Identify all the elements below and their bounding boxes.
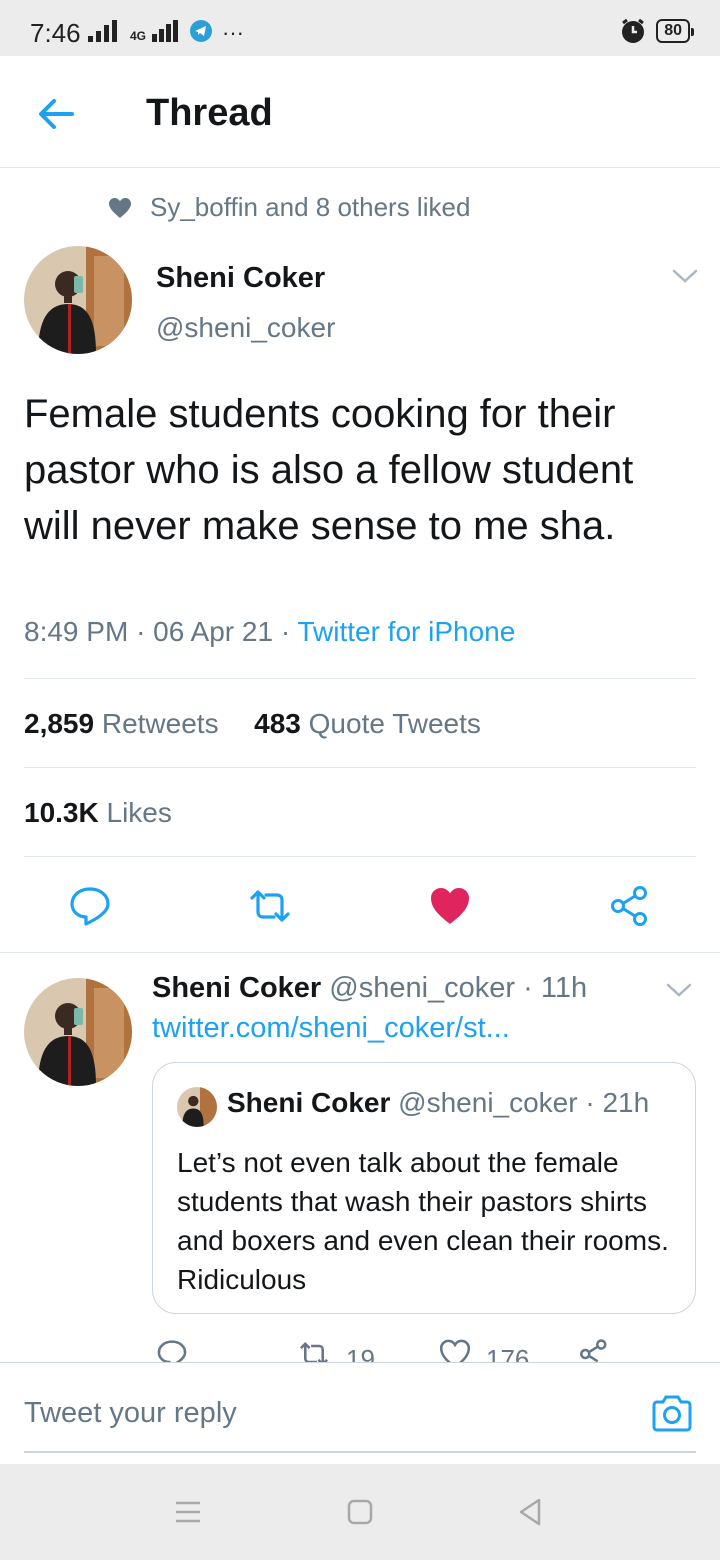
alarm-icon [622, 18, 645, 43]
like-icon[interactable] [428, 884, 472, 928]
quotes-label: Quote Tweets [308, 708, 481, 739]
likes-stat[interactable]: 10.3K Likes [24, 797, 172, 829]
divider [0, 952, 720, 953]
heart-small-icon [109, 197, 131, 218]
heart-outline-icon [439, 1339, 471, 1364]
back-arrow-icon[interactable] [34, 92, 78, 136]
reply-like-button[interactable]: 176 [438, 1338, 529, 1364]
battery-indicator: 80 [656, 19, 694, 43]
reply-reply-button[interactable] [156, 1338, 188, 1364]
back-icon[interactable] [514, 1496, 546, 1528]
chevron-down-icon[interactable] [670, 266, 700, 286]
tweet-source-link[interactable]: Twitter for iPhone [297, 616, 515, 647]
social-context[interactable]: Sy_boffin and 8 others liked [108, 192, 470, 223]
reply-header[interactable]: Sheni Coker @sheni_coker · 11h [152, 972, 587, 1005]
more-notifications: ··· [222, 20, 244, 45]
quoted-author-name: Sheni Coker [227, 1087, 391, 1118]
quoted-tweet-card[interactable]: Sheni Coker @sheni_coker · 21h Let’s not… [152, 1062, 696, 1314]
status-bar: 7:46 4G ··· 80 [0, 0, 720, 56]
composer-underline [24, 1451, 696, 1453]
status-icons: 4G ··· [88, 20, 244, 45]
author-handle[interactable]: @sheni_coker [156, 312, 335, 344]
avatar[interactable] [24, 978, 132, 1086]
reply-age: 11h [540, 972, 588, 1004]
thread-header: Thread [0, 56, 720, 168]
divider [24, 856, 696, 857]
reply-link[interactable]: twitter.com/sheni_coker/st... [152, 1012, 510, 1045]
status-right: 80 [620, 18, 694, 44]
quotes-count: 483 [254, 708, 301, 739]
tweet-time: 8:49 PM [24, 616, 129, 647]
retweets-label: Retweets [101, 708, 219, 739]
author-name[interactable]: Sheni Coker [156, 262, 325, 295]
camera-icon[interactable] [650, 1391, 694, 1435]
avatar[interactable] [24, 246, 132, 354]
reply-composer: Tweet your reply [0, 1362, 720, 1464]
likes-label: Likes [106, 797, 172, 828]
menu-icon[interactable] [172, 1496, 204, 1528]
reply-retweet-button[interactable]: 19 [296, 1338, 375, 1364]
reply-author-handle: @sheni_coker [329, 972, 516, 1004]
home-icon[interactable] [344, 1496, 376, 1528]
quotes-stat[interactable]: 483 Quote Tweets [254, 708, 481, 739]
retweets-stat[interactable]: 2,859 Retweets [24, 708, 219, 739]
reply-input[interactable]: Tweet your reply [24, 1397, 237, 1430]
reply-retweet-count: 19 [346, 1344, 375, 1364]
network-type-label: 4G [130, 29, 147, 43]
reply-action-bar: 19 176 [0, 1334, 720, 1364]
retweet-stats: 2,859 Retweets 483 Quote Tweets [24, 708, 481, 740]
divider [24, 678, 696, 679]
telegram-icon [190, 20, 213, 42]
quoted-age: 21h [602, 1087, 650, 1118]
share-icon [580, 1339, 607, 1363]
retweet-icon[interactable] [248, 884, 292, 928]
chevron-down-icon[interactable] [664, 980, 694, 1000]
reply-author-name: Sheni Coker [152, 972, 322, 1004]
quoted-header: Sheni Coker @sheni_coker · 21h [227, 1087, 650, 1118]
avatar [177, 1087, 217, 1127]
reply-icon [157, 1340, 187, 1364]
share-icon[interactable] [608, 884, 652, 928]
quoted-text: Let’s not even talk about the female stu… [177, 1147, 669, 1295]
status-time: 7:46 [30, 18, 81, 48]
signal-icon [88, 20, 117, 42]
system-nav-bar [0, 1464, 720, 1560]
likes-count: 10.3K [24, 797, 99, 828]
retweets-count: 2,859 [24, 708, 95, 739]
page-title: Thread [146, 92, 273, 134]
tweet-meta: 8:49 PM · 06 Apr 21 · Twitter for iPhone [24, 616, 516, 647]
signal-2-icon [152, 20, 179, 42]
tweet-date: 06 Apr 21 [153, 616, 274, 647]
retweet-icon [300, 1342, 328, 1364]
divider [24, 767, 696, 768]
reply-icon[interactable] [68, 884, 112, 928]
reply-like-count: 176 [486, 1344, 530, 1364]
quoted-author-handle: @sheni_coker [398, 1087, 578, 1118]
tweet-text: Female students cooking for their pastor… [24, 392, 634, 548]
reply-share-button[interactable] [578, 1338, 610, 1364]
social-context-text: Sy_boffin and 8 others liked [150, 192, 471, 222]
